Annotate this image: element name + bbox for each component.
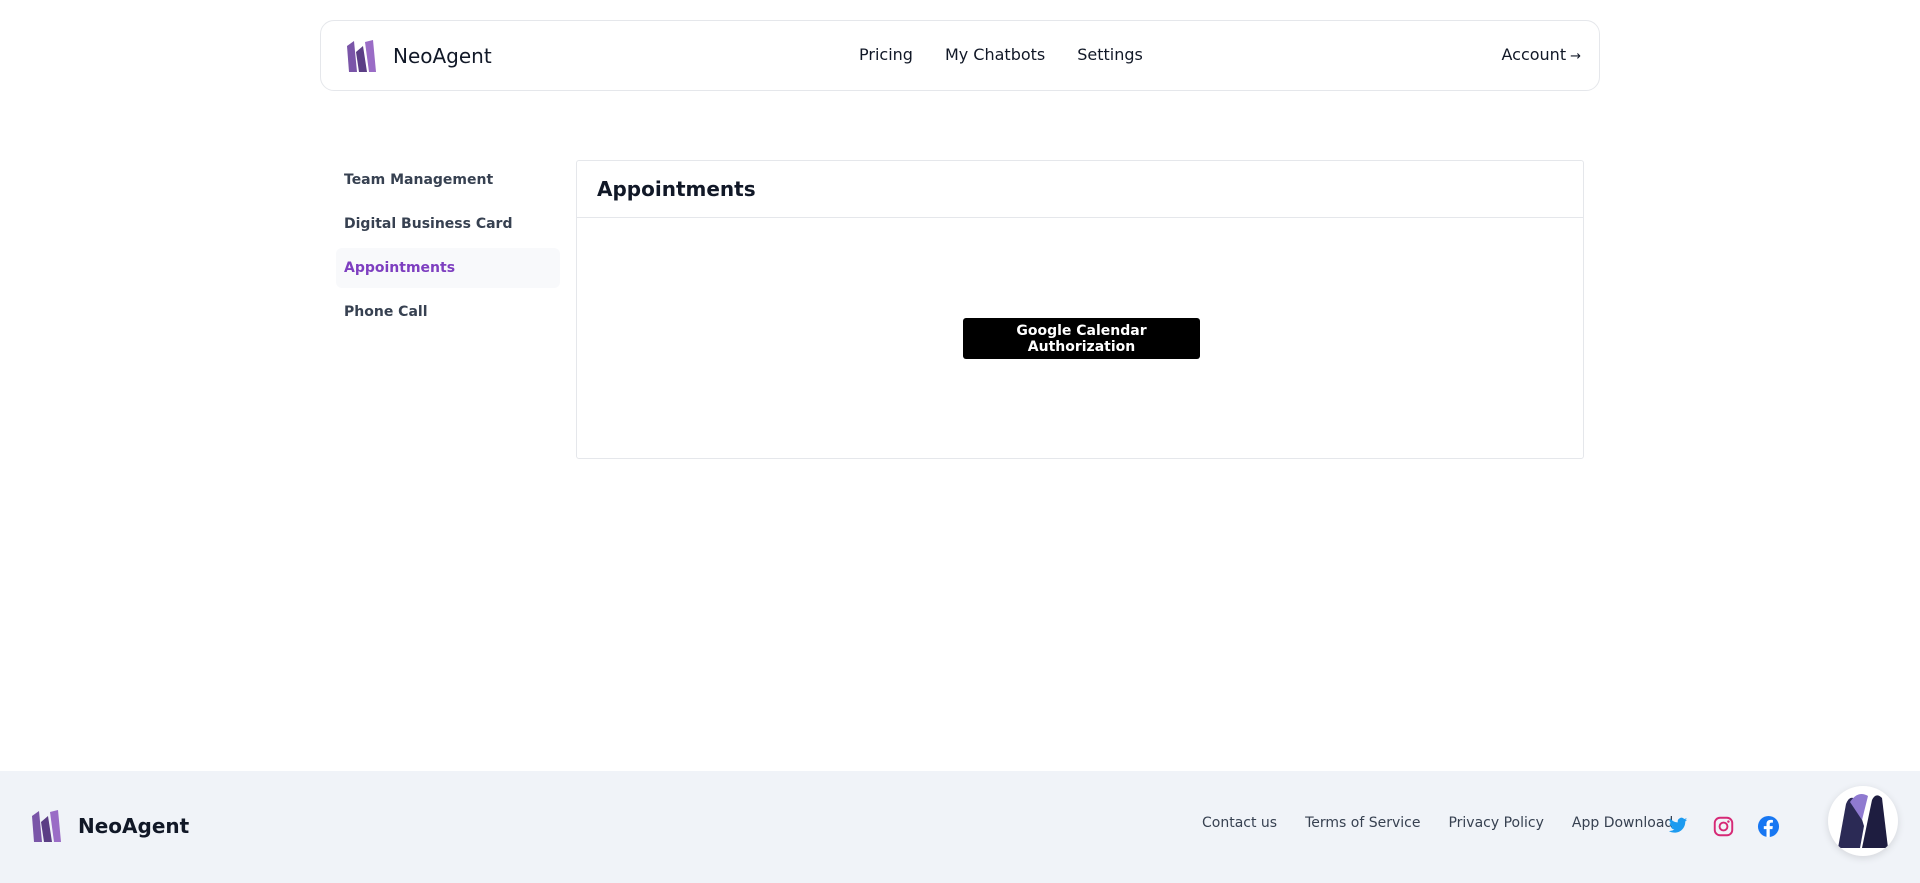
page-title: Appointments [597,177,756,201]
footer: NeoAgent Contact us Terms of Service Pri… [0,771,1920,883]
account-link[interactable]: Account → [1501,45,1581,64]
neoagent-chat-launcher[interactable] [1828,786,1898,856]
footer-brand[interactable]: NeoAgent [30,808,189,844]
brand[interactable]: NeoAgent [345,38,492,74]
neoagent-logo-icon [347,40,376,72]
twitter-icon[interactable] [1666,814,1690,838]
account-label: Account [1501,45,1567,64]
sidebar-item-digital-business-card[interactable]: Digital Business Card [336,204,560,244]
footer-link-contact-us[interactable]: Contact us [1202,815,1277,831]
instagram-icon[interactable] [1711,814,1735,838]
footer-brand-name: NeoAgent [78,814,190,838]
arrow-right-icon: → [1570,49,1581,64]
sidebar-item-phone-call[interactable]: Phone Call [336,292,560,332]
footer-links: Contact us Terms of Service Privacy Poli… [1202,815,1701,831]
nav-my-chatbots[interactable]: My Chatbots [945,45,1045,64]
social-links [1666,814,1801,838]
appointments-panel: Appointments Google Calendar Authorizati… [576,160,1584,459]
footer-link-app-download[interactable]: App Download [1572,815,1673,831]
neoagent-logo-icon [32,810,61,842]
nav-pricing[interactable]: Pricing [859,45,913,64]
sidebar-item-appointments[interactable]: Appointments [336,248,560,288]
sidebar-item-team-management[interactable]: Team Management [336,160,560,200]
panel-header: Appointments [577,161,1583,218]
main-nav: Pricing My Chatbots Settings [859,45,1175,64]
facebook-icon[interactable] [1756,814,1780,838]
footer-link-privacy-policy[interactable]: Privacy Policy [1448,815,1543,831]
footer-link-terms-of-service[interactable]: Terms of Service [1305,815,1420,831]
settings-sidebar: Team Management Digital Business Card Ap… [336,160,560,336]
google-calendar-authorization-button[interactable]: Google Calendar Authorization [963,318,1200,359]
top-navbar: NeoAgent Pricing My Chatbots Settings Ac… [320,20,1600,91]
neoagent-launcher-icon [1838,794,1888,848]
brand-name: NeoAgent [393,44,492,68]
nav-settings[interactable]: Settings [1077,45,1143,64]
